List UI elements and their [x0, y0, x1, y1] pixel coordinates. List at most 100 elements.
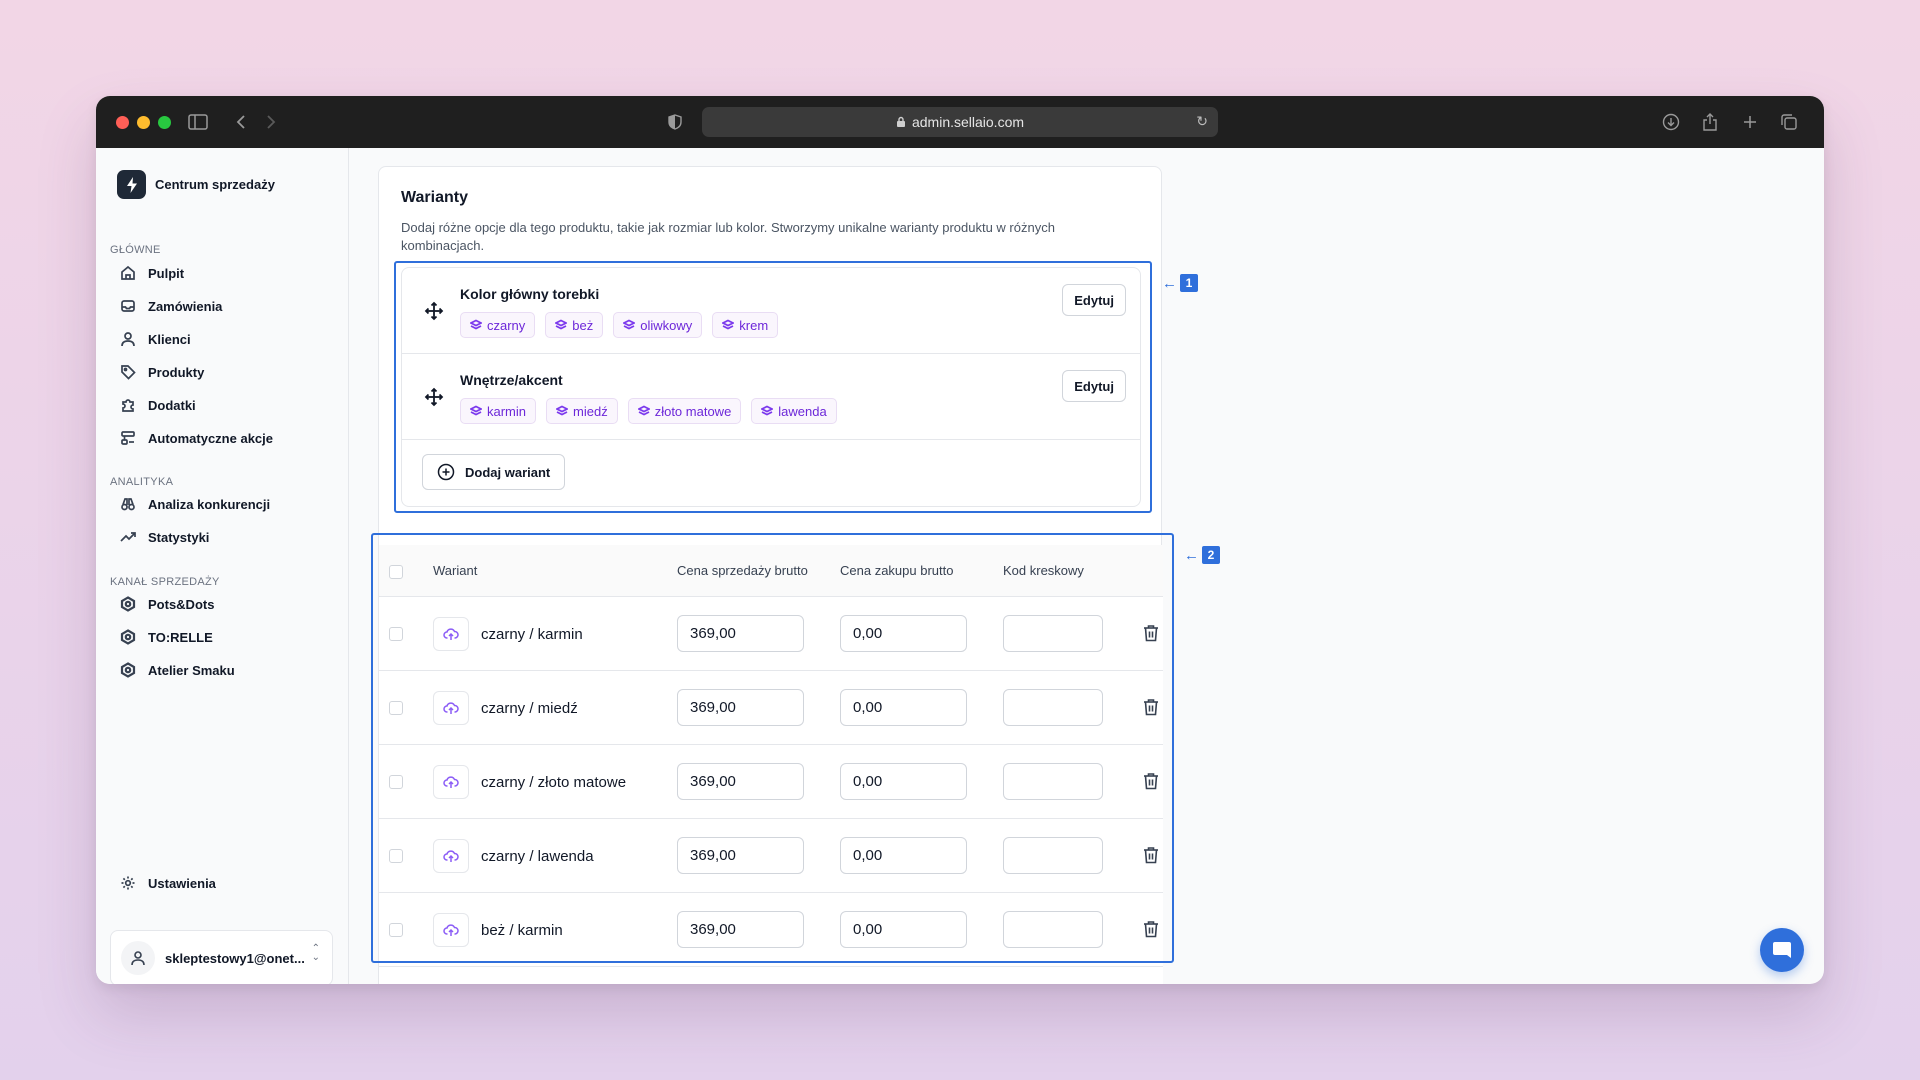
- chip-label: miedź: [573, 403, 608, 419]
- back-icon[interactable]: [236, 96, 246, 148]
- edit-option-button[interactable]: Edytuj: [1062, 284, 1126, 316]
- purchase-price-input[interactable]: [840, 689, 967, 726]
- trash-icon[interactable]: [1141, 919, 1161, 939]
- sale-price-input[interactable]: [677, 837, 804, 874]
- nav-item-klienci[interactable]: Klienci: [120, 327, 191, 351]
- chip-label: złoto matowe: [654, 403, 732, 419]
- add-variant-button[interactable]: Dodaj wariant: [422, 454, 566, 490]
- barcode-input[interactable]: [1003, 763, 1103, 800]
- sidebar: Centrum sprzedaży GŁÓWNE Pulpit Zamówien…: [96, 148, 349, 984]
- nav-item-analiza-konkurencji[interactable]: Analiza konkurencji: [120, 492, 270, 516]
- nav-item-atelier-smaku[interactable]: Atelier Smaku: [120, 658, 235, 682]
- nav-item-pots-and-dots[interactable]: Pots&Dots: [120, 592, 214, 616]
- image-upload-button[interactable]: [433, 913, 469, 947]
- row-checkbox[interactable]: [389, 775, 403, 789]
- nav-label: Statystyki: [148, 529, 210, 545]
- nav-item-dodatki[interactable]: Dodatki: [120, 393, 196, 417]
- cloud-upload-icon: [443, 628, 459, 640]
- chip-label: krem: [739, 317, 769, 333]
- variant-name: czarny / lawenda: [481, 848, 594, 865]
- row-checkbox[interactable]: [389, 627, 403, 641]
- barcode-input[interactable]: [1003, 689, 1103, 726]
- address-bar[interactable]: admin.sellaio.com ↻: [702, 107, 1218, 137]
- sale-price-input[interactable]: [677, 689, 804, 726]
- drag-handle-icon[interactable]: [424, 301, 444, 321]
- variant-option[interactable]: Wnętrze/akcent karmin miedź złoto matowe…: [402, 354, 1140, 440]
- drag-handle-icon[interactable]: [424, 387, 444, 407]
- download-icon[interactable]: [1662, 96, 1680, 148]
- nav-item-ustawienia[interactable]: Ustawienia: [120, 871, 216, 895]
- barcode-input[interactable]: [1003, 615, 1103, 652]
- header-purchase-price: Cena zakupu brutto: [840, 563, 954, 578]
- layers-icon: [623, 319, 636, 330]
- nav-item-torelle[interactable]: TO:RELLE: [120, 625, 213, 649]
- nav-label: TO:RELLE: [148, 629, 213, 645]
- row-checkbox[interactable]: [389, 923, 403, 937]
- new-tab-icon[interactable]: [1742, 96, 1758, 148]
- nav-item-statystyki[interactable]: Statystyki: [120, 525, 209, 549]
- privacy-shield-icon[interactable]: [668, 96, 682, 148]
- trash-icon[interactable]: [1141, 845, 1161, 865]
- purchase-price-input[interactable]: [840, 837, 967, 874]
- variants-description: Dodaj różne opcje dla tego produktu, tak…: [401, 220, 1055, 253]
- plus-circle-icon: [437, 463, 455, 481]
- sale-price-input[interactable]: [677, 763, 804, 800]
- header-variant: Wariant: [433, 563, 478, 578]
- trash-icon[interactable]: [1141, 771, 1161, 791]
- tabs-overview-icon[interactable]: [1780, 96, 1798, 148]
- table-row: beż / karmin: [379, 893, 1163, 967]
- nav-label: Dodatki: [148, 397, 196, 413]
- url-text: admin.sellaio.com: [911, 114, 1025, 130]
- purchase-price-input[interactable]: [840, 911, 967, 948]
- option-value-chip: krem: [712, 312, 779, 338]
- lightning-logo-icon: [117, 170, 146, 199]
- image-upload-button[interactable]: [433, 839, 469, 873]
- tag-icon: [121, 365, 136, 380]
- layers-icon: [470, 319, 482, 330]
- row-checkbox[interactable]: [389, 849, 403, 863]
- purchase-price-input[interactable]: [840, 615, 967, 652]
- maximize-window-button[interactable]: [158, 115, 171, 129]
- layers-icon: [761, 405, 774, 416]
- barcode-input[interactable]: [1003, 911, 1103, 948]
- minimize-window-button[interactable]: [137, 115, 150, 129]
- layers-icon: [555, 319, 568, 330]
- variant-name: czarny / karmin: [481, 626, 583, 643]
- nav-item-zamowienia[interactable]: Zamówienia: [120, 294, 222, 318]
- variant-name: czarny / miedź: [481, 700, 578, 717]
- image-upload-button[interactable]: [433, 617, 469, 651]
- nav-item-automatyczne-akcje[interactable]: Automatyczne akcje: [120, 426, 273, 450]
- nav-label: Pots&Dots: [148, 596, 215, 612]
- section-label-analytics: ANALITYKA: [110, 476, 174, 488]
- option-value-chip: czarny: [460, 312, 536, 338]
- sale-price-input[interactable]: [677, 911, 804, 948]
- share-icon[interactable]: [1702, 96, 1718, 148]
- sale-price-input[interactable]: [677, 615, 804, 652]
- home-icon: [121, 265, 135, 280]
- forward-icon[interactable]: [266, 96, 276, 148]
- nav-item-produkty[interactable]: Produkty: [120, 360, 204, 384]
- nav-item-pulpit[interactable]: Pulpit: [120, 261, 184, 285]
- chip-label: karmin: [487, 403, 527, 419]
- row-checkbox[interactable]: [389, 701, 403, 715]
- channel-icon: [120, 596, 136, 612]
- image-upload-button[interactable]: [433, 691, 469, 725]
- close-window-button[interactable]: [116, 115, 129, 129]
- purchase-price-input[interactable]: [840, 763, 967, 800]
- option-value-chip: oliwkowy: [613, 312, 703, 338]
- trash-icon[interactable]: [1141, 623, 1161, 643]
- edit-option-button[interactable]: Edytuj: [1062, 370, 1126, 402]
- image-upload-button[interactable]: [433, 765, 469, 799]
- variant-option[interactable]: Kolor główny torebki czarny beż oliwkowy…: [402, 268, 1140, 354]
- option-value-chip: złoto matowe: [627, 398, 742, 424]
- nav-label: Pulpit: [148, 265, 185, 281]
- sidebar-toggle-icon[interactable]: [188, 96, 208, 148]
- user-menu[interactable]: skleptestowy1@onet... ⌃ ⌄: [110, 930, 333, 984]
- trash-icon[interactable]: [1141, 697, 1161, 717]
- cloud-upload-icon: [443, 702, 459, 714]
- chat-support-button[interactable]: [1760, 928, 1804, 972]
- barcode-input[interactable]: [1003, 837, 1103, 874]
- select-all-checkbox[interactable]: [389, 565, 403, 579]
- reload-icon[interactable]: ↻: [1196, 113, 1208, 130]
- brand[interactable]: Centrum sprzedaży: [117, 170, 275, 199]
